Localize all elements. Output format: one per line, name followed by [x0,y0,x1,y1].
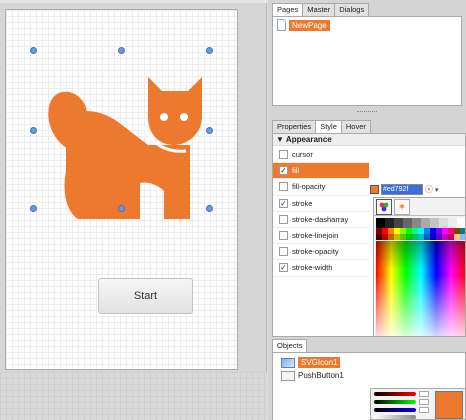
property-label: stroke [292,198,313,208]
selection-handle-bottom-right[interactable] [206,205,213,212]
page-item-label: NewPage [289,19,330,31]
tab-pages[interactable]: Pages [272,3,304,16]
style-panel: Properties Style Hover ▼ Appearance curs… [272,119,466,337]
pages-panel: Pages Master Dialogs NewPage [272,2,462,106]
right-panel-column: Pages Master Dialogs NewPage Properties … [268,0,466,420]
property-label: stroke-linejoin [292,231,339,241]
style-properties-box: ▼ Appearance cursor ✓ fill fill-opacity … [272,133,466,337]
red-slider[interactable] [374,392,416,396]
page-document-icon [277,19,286,31]
style-panel-tabs: Properties Style Hover [272,119,466,133]
green-slider[interactable] [374,400,416,404]
selection-handle-middle-left[interactable] [30,127,37,134]
color-picker-tabs: ✶ [374,198,465,216]
property-label: cursor [292,150,313,160]
property-row-fill[interactable]: ✓ fill [273,163,369,180]
start-button[interactable]: Start [98,278,193,314]
fill-color-swatch[interactable] [370,185,379,194]
alpha-slider[interactable] [374,415,416,419]
appearance-section-header[interactable]: ▼ Appearance [273,134,465,146]
color-palette-swatches[interactable] [376,228,466,240]
property-label: stroke-dasharray [292,214,349,224]
property-row-fill-opacity[interactable]: fill-opacity [273,179,369,196]
green-value-field[interactable] [419,399,429,405]
property-checkbox[interactable] [279,182,288,192]
eyedropper-tab-icon[interactable]: ✶ [394,199,410,215]
tab-dialogs[interactable]: Dialogs [334,3,370,16]
fill-reset-icon[interactable]: ⓥ [425,184,433,195]
cat-icon[interactable] [36,51,216,221]
object-label: PushButton1 [298,371,344,380]
object-item-svgicon1[interactable]: SVGIcon1 [281,356,461,369]
property-checkbox[interactable] [279,231,288,241]
red-value-field[interactable] [419,391,429,397]
property-row-stroke-dasharray[interactable]: stroke-dasharray [273,212,369,228]
property-checkbox[interactable] [279,214,288,224]
page-canvas[interactable]: Start [5,9,238,370]
color-picker-popup[interactable]: ✶ [373,197,466,336]
property-checkbox[interactable] [279,247,288,257]
style-property-list: cursor ✓ fill fill-opacity ✓ stroke stro… [273,147,369,277]
fill-value-editor: #ed792f ⓥ ▾ [370,183,465,196]
canvas-background [0,372,267,420]
design-canvas[interactable]: Start [0,0,267,420]
pages-list: NewPage [272,16,462,106]
svg-object-icon [281,357,295,368]
tab-properties[interactable]: Properties [272,120,317,133]
property-checkbox[interactable]: ✓ [279,198,288,208]
property-checkbox[interactable]: ✓ [279,263,288,273]
property-row-stroke-linejoin[interactable]: stroke-linejoin [273,228,369,245]
property-checkbox[interactable] [279,150,288,160]
selection-handle-top-right[interactable] [206,47,213,54]
page-list-item[interactable]: NewPage [277,19,457,31]
selection-handle-top-center[interactable] [118,47,125,54]
object-label: SVGIcon1 [298,357,341,368]
blue-slider[interactable] [374,408,416,412]
color-picker-sliders[interactable] [370,388,466,420]
property-label: stroke-width [292,263,333,273]
property-label: fill-opacity [292,182,326,192]
pages-panel-tabs: Pages Master Dialogs [272,2,462,16]
color-spectrum-area[interactable] [376,241,465,336]
tab-master[interactable]: Master [302,3,336,16]
tab-objects[interactable]: Objects [272,339,308,352]
property-row-cursor[interactable]: cursor [273,147,369,164]
tab-hover[interactable]: Hover [340,120,371,133]
property-row-stroke-opacity[interactable]: stroke-opacity [273,244,369,261]
palette-tab-icon[interactable] [376,199,392,215]
blue-value-field[interactable] [419,407,429,413]
property-checkbox[interactable]: ✓ [279,166,288,176]
section-title: Appearance [285,135,332,144]
button-object-icon [281,370,295,381]
property-row-stroke-width[interactable]: ✓ stroke-width [273,260,369,277]
selection-handle-middle-right[interactable] [206,127,213,134]
fill-dropdown-arrow-icon[interactable]: ▾ [435,186,439,194]
selection-handle-bottom-left[interactable] [30,205,37,212]
objects-panel-tabs: Objects [272,338,466,352]
canvas-top-edge [0,0,267,3]
fill-color-input[interactable]: #ed792f [381,184,423,195]
property-label: fill [292,166,300,176]
selection-handle-top-left[interactable] [30,47,37,54]
tab-style[interactable]: Style [315,120,342,133]
selection-handle-bottom-center[interactable] [118,205,125,212]
current-color-preview [435,391,463,419]
panel-splitter[interactable] [272,110,462,114]
collapse-triangle-icon[interactable]: ▼ [276,135,284,144]
property-row-stroke[interactable]: ✓ stroke [273,196,369,212]
property-label: stroke-opacity [292,247,339,257]
grayscale-swatch-row[interactable] [376,218,466,228]
object-item-pushbutton1[interactable]: PushButton1 [281,369,461,382]
